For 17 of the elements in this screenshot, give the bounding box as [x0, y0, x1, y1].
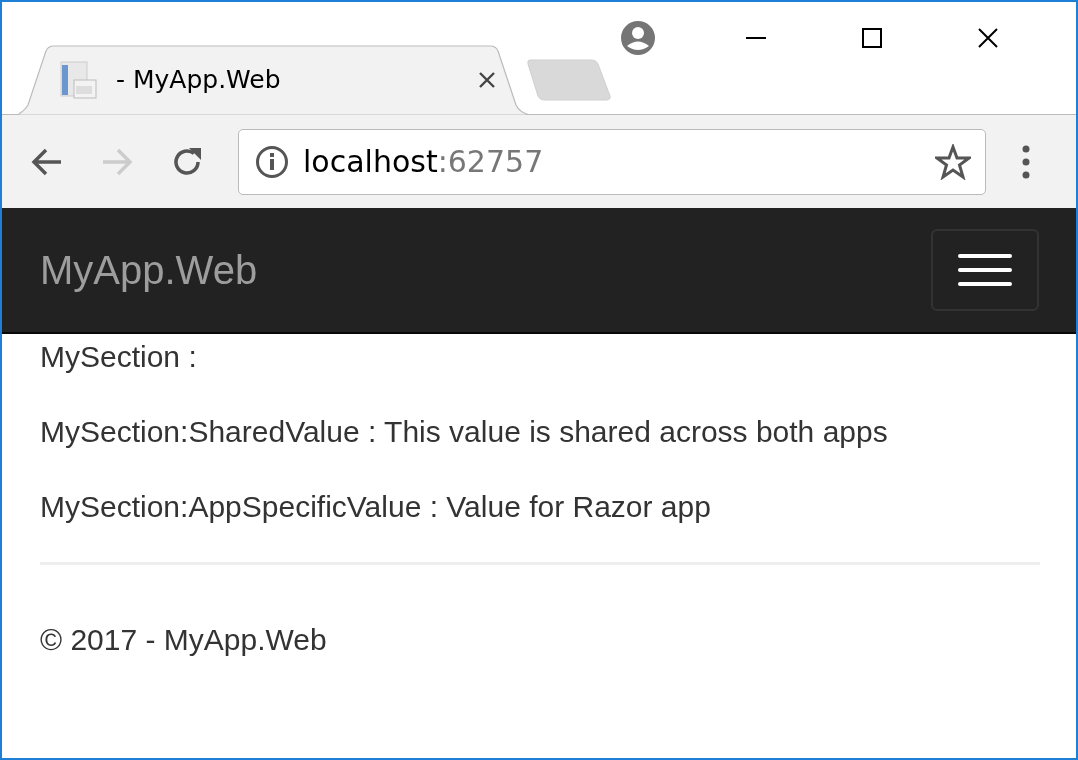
config-line: MySection:SharedValue : This value is shared across both apps [40, 414, 889, 450]
tab-title: - MyApp.Web [116, 64, 282, 97]
window-close-icon[interactable] [977, 27, 999, 49]
menu-toggle-button[interactable] [931, 229, 1039, 311]
profile-icon[interactable] [620, 20, 656, 56]
info-icon[interactable] [255, 144, 289, 179]
footer-text: © 2017 - MyApp.Web [40, 622, 328, 658]
url-text: localhost:62757 [303, 143, 545, 181]
page-icon [58, 60, 98, 100]
config-line: MySection : [40, 339, 198, 375]
brand-link[interactable]: MyApp.Web [40, 240, 258, 300]
close-icon[interactable] [478, 71, 496, 89]
star-icon[interactable] [935, 143, 971, 180]
config-line: MySection:AppSpecificValue : Value for Razor app [40, 489, 712, 525]
menu-dots-icon[interactable] [1021, 143, 1031, 180]
maximize-icon[interactable] [861, 27, 883, 49]
address-bar[interactable]: localhost:62757 [238, 128, 986, 195]
